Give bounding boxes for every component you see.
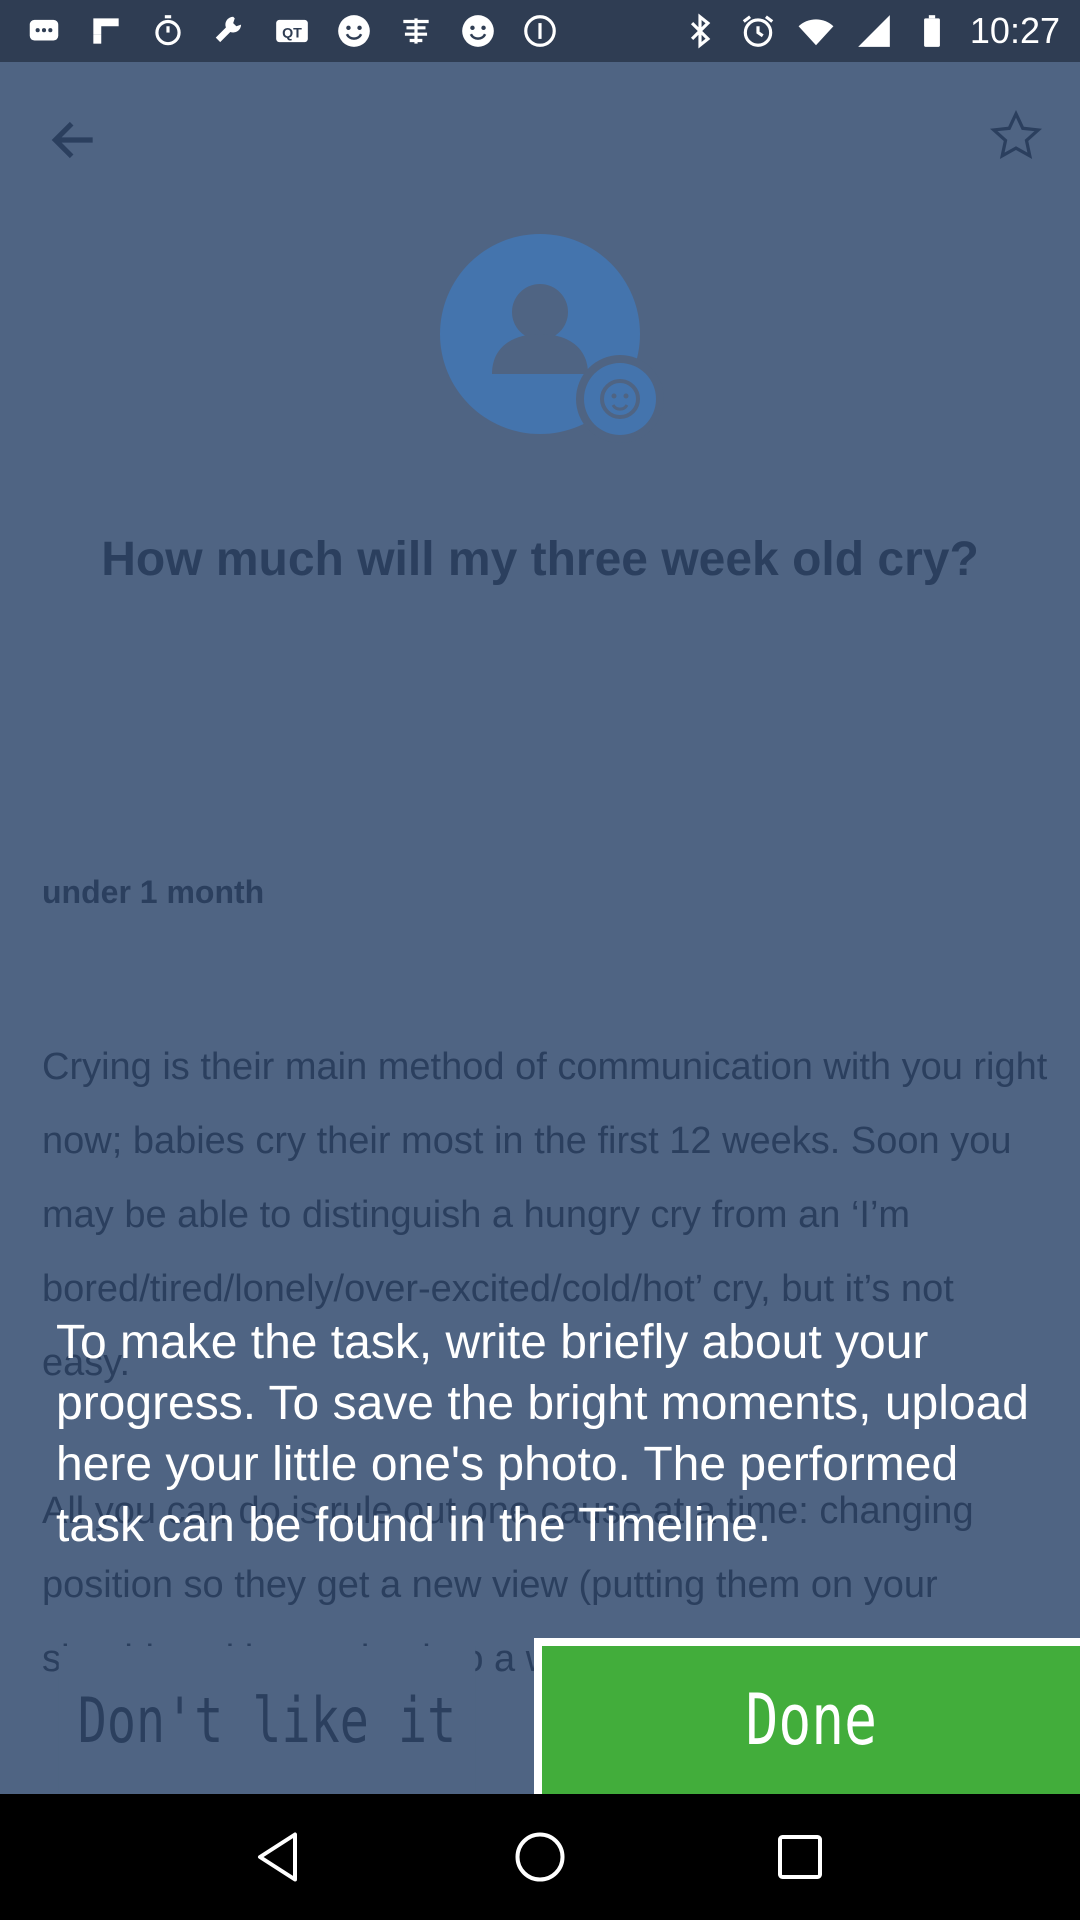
system-icons: 10:27 — [680, 10, 1060, 52]
circle-home-icon — [515, 1832, 565, 1882]
navigation-bar — [0, 1794, 1080, 1920]
star-outline-icon — [990, 109, 1042, 160]
signal-icon — [854, 11, 894, 51]
parent-baby-avatar-icon — [440, 234, 664, 443]
square-recents-icon — [778, 1835, 822, 1879]
nav-recents-button[interactable] — [765, 1822, 835, 1892]
task-screen: How much will my three week old cry? und… — [0, 62, 1080, 1794]
bluetooth-icon — [680, 11, 720, 51]
age-group-label: under 1 month — [42, 874, 265, 910]
dont-like-it-button[interactable]: Don't like it — [58, 1646, 476, 1794]
stopwatch-icon — [148, 11, 188, 51]
status-bar: QT 10:27 — [0, 0, 1080, 62]
qt-icon: QT — [272, 11, 312, 51]
nav-home-button[interactable] — [505, 1822, 575, 1892]
smiley-icon — [334, 11, 374, 51]
smiley-icon — [458, 11, 498, 51]
done-button[interactable]: Done — [534, 1638, 1080, 1794]
back-button[interactable] — [46, 112, 102, 168]
done-button-face: Done — [542, 1646, 1080, 1794]
article-title: How much will my three week old cry? — [101, 533, 979, 586]
task-hint-overlay: To make the task, write briefly about yo… — [56, 1316, 1029, 1552]
messages-icon — [24, 11, 64, 51]
arrow-left-icon — [51, 121, 93, 159]
battery-icon — [912, 11, 952, 51]
triangle-back-icon — [258, 1832, 297, 1882]
done-label: Done — [745, 1679, 877, 1761]
wifi-icon — [796, 11, 836, 51]
notification-icons: QT — [24, 11, 680, 51]
chinese-app-icon — [396, 11, 436, 51]
info-icon — [520, 11, 560, 51]
favorite-button[interactable] — [988, 108, 1044, 164]
nav-back-button[interactable] — [245, 1822, 315, 1892]
flipboard-icon — [86, 11, 126, 51]
svg-text:QT: QT — [282, 25, 302, 41]
clock: 10:27 — [969, 10, 1060, 51]
wrench-icon — [210, 11, 250, 51]
alarm-icon — [738, 11, 778, 51]
